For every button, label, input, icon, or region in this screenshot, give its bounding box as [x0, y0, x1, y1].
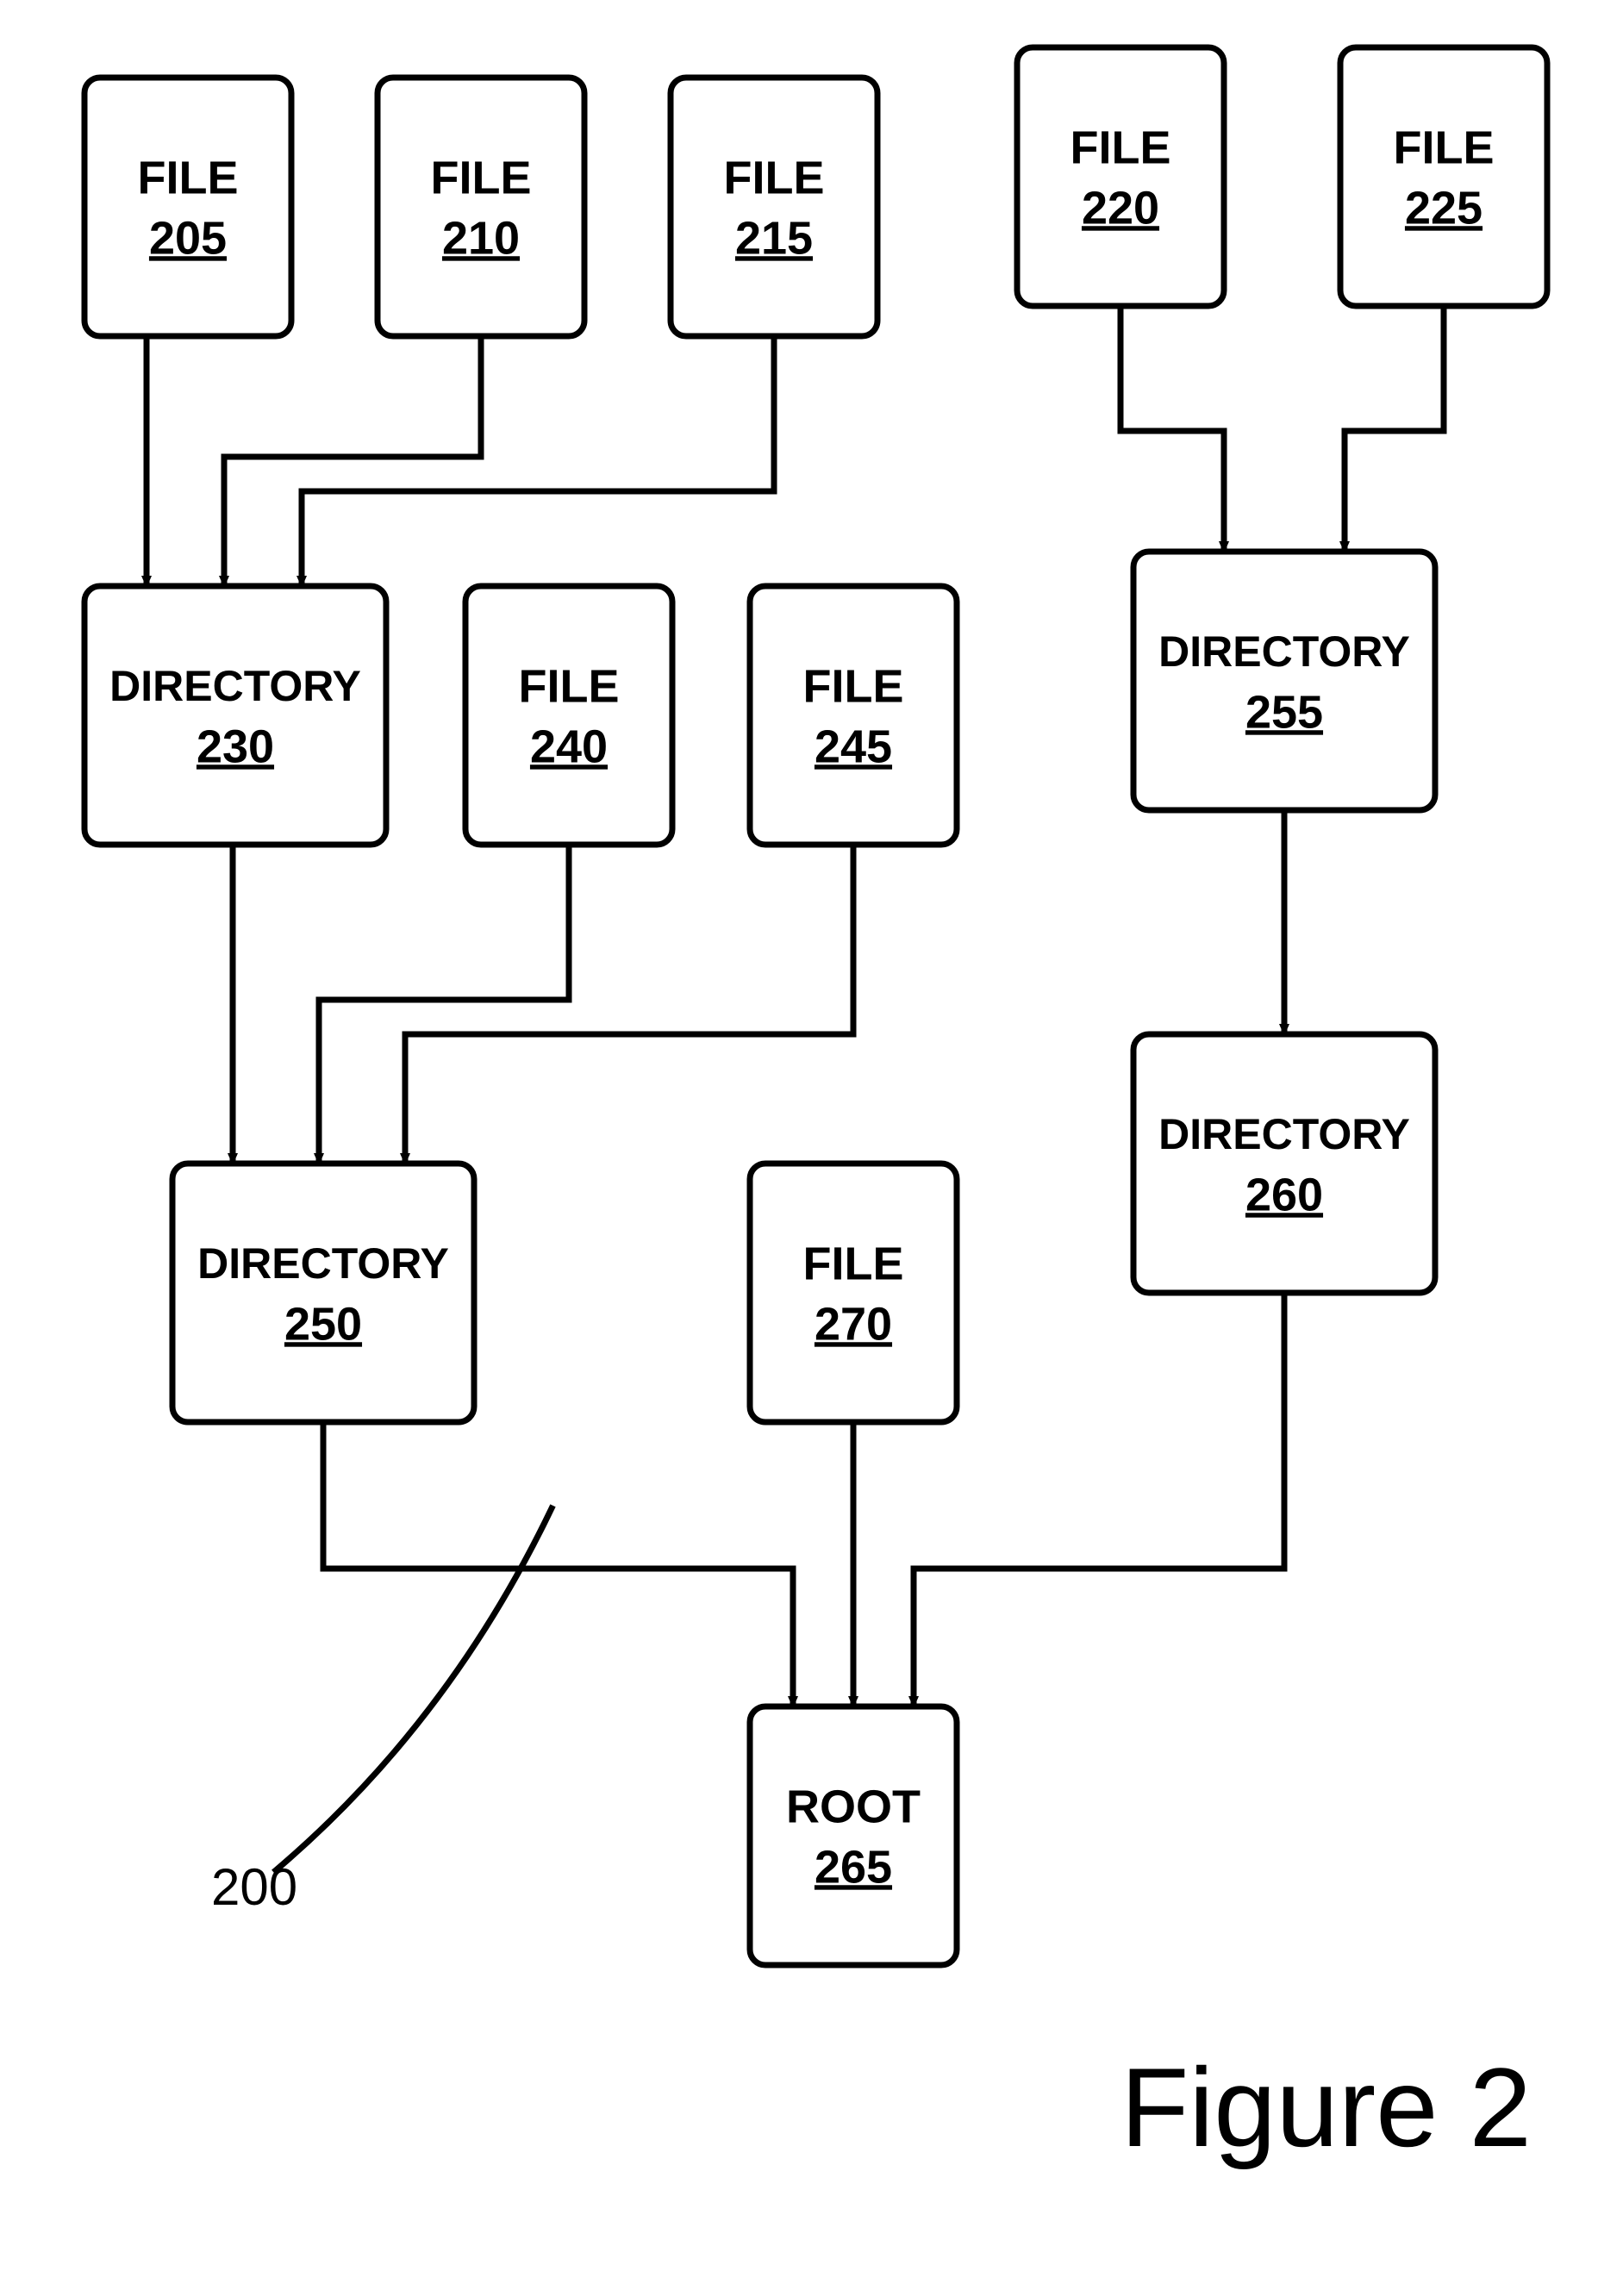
node-title: DIRECTORY [1158, 627, 1410, 676]
node-title: DIRECTORY [1158, 1110, 1410, 1158]
node-directory-250: DIRECTORY 250 [172, 1164, 474, 1422]
node-number: 220 [1082, 182, 1159, 234]
node-file-220: FILE 220 [1017, 47, 1224, 306]
arrow [914, 1293, 1284, 1706]
node-number: 230 [197, 721, 274, 772]
arrow [302, 336, 774, 586]
node-file-215: FILE 215 [671, 78, 877, 336]
node-title: FILE [724, 152, 825, 203]
node-title: FILE [138, 152, 239, 203]
arrow [224, 336, 481, 586]
node-title: DIRECTORY [109, 662, 361, 710]
node-file-225: FILE 225 [1340, 47, 1547, 306]
node-file-205: FILE 205 [84, 78, 291, 336]
node-number: 265 [815, 1841, 892, 1893]
node-title: FILE [1071, 122, 1171, 173]
node-number: 225 [1405, 182, 1483, 234]
node-file-270: FILE 270 [750, 1164, 957, 1422]
node-number: 245 [815, 721, 892, 772]
arrow [1120, 306, 1224, 552]
node-number: 260 [1245, 1169, 1323, 1220]
arrow [319, 845, 569, 1164]
node-number: 240 [530, 721, 608, 772]
node-number: 215 [735, 212, 813, 264]
arrow [405, 845, 853, 1164]
node-number: 255 [1245, 686, 1323, 738]
node-title: DIRECTORY [197, 1239, 449, 1288]
node-number: 205 [149, 212, 227, 264]
node-number: 210 [442, 212, 520, 264]
node-file-240: FILE 240 [465, 586, 672, 845]
node-title: FILE [803, 660, 904, 712]
arrow [1345, 306, 1444, 552]
node-root-265: ROOT 265 [750, 1706, 957, 1965]
reference-number: 200 [211, 1858, 297, 1916]
node-number: 270 [815, 1298, 892, 1350]
figure-label: Figure 2 [1120, 2044, 1532, 2170]
node-directory-255: DIRECTORY 255 [1133, 552, 1435, 810]
node-title: FILE [803, 1238, 904, 1289]
node-file-245: FILE 245 [750, 586, 957, 845]
diagram-canvas: FILE 205 FILE 210 FILE 215 FILE 220 FILE… [0, 0, 1598, 2296]
reference-curve [276, 1508, 552, 1870]
node-title: FILE [519, 660, 620, 712]
node-directory-260: DIRECTORY 260 [1133, 1034, 1435, 1293]
node-file-210: FILE 210 [378, 78, 584, 336]
node-title: FILE [1394, 122, 1495, 173]
arrow [323, 1422, 793, 1706]
node-number: 250 [284, 1298, 362, 1350]
node-directory-230: DIRECTORY 230 [84, 586, 386, 845]
node-title: FILE [431, 152, 532, 203]
node-title: ROOT [786, 1781, 921, 1832]
